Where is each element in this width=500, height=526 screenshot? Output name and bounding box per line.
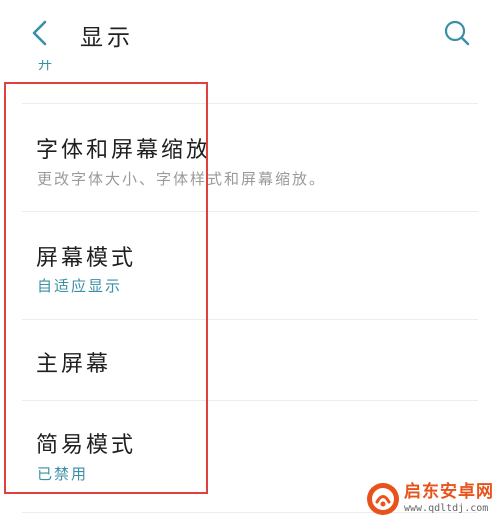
top-app-bar: 显示 [0, 0, 500, 66]
site-watermark: 启东安卓网 www.qdltdj.com [366, 476, 494, 522]
display-settings-screen: 显示 开 字体和屏幕缩放 更改字体大小、字体样式和屏幕缩放。 屏幕模式 自适应显… [0, 0, 500, 526]
previous-item-value-partial: 开 [38, 60, 52, 73]
settings-item-screen-mode[interactable]: 屏幕模式 自适应显示 [0, 212, 500, 318]
settings-item-title: 屏幕模式 [36, 246, 137, 271]
search-button[interactable] [442, 18, 472, 48]
page-title: 显示 [80, 25, 134, 51]
back-button[interactable] [22, 16, 56, 50]
settings-item-title: 简易模式 [36, 433, 137, 458]
settings-item-subtitle: 更改字体大小、字体样式和屏幕缩放。 [37, 170, 327, 188]
settings-item-subtitle: 自适应显示 [37, 277, 123, 295]
watermark-url: www.qdltdj.com [404, 503, 489, 514]
chevron-left-icon [32, 20, 47, 46]
settings-item-home-screen[interactable]: 主屏幕 [0, 320, 500, 400]
watermark-name: 启东安卓网 [404, 482, 494, 502]
settings-item-title: 字体和屏幕缩放 [36, 138, 212, 163]
settings-item-font-and-screen-zoom[interactable]: 字体和屏幕缩放 更改字体大小、字体样式和屏幕缩放。 [0, 104, 500, 210]
watermark-logo-icon [367, 483, 399, 515]
settings-item-subtitle: 已禁用 [37, 465, 89, 483]
search-icon [444, 20, 470, 46]
settings-item-title: 主屏幕 [36, 352, 112, 377]
